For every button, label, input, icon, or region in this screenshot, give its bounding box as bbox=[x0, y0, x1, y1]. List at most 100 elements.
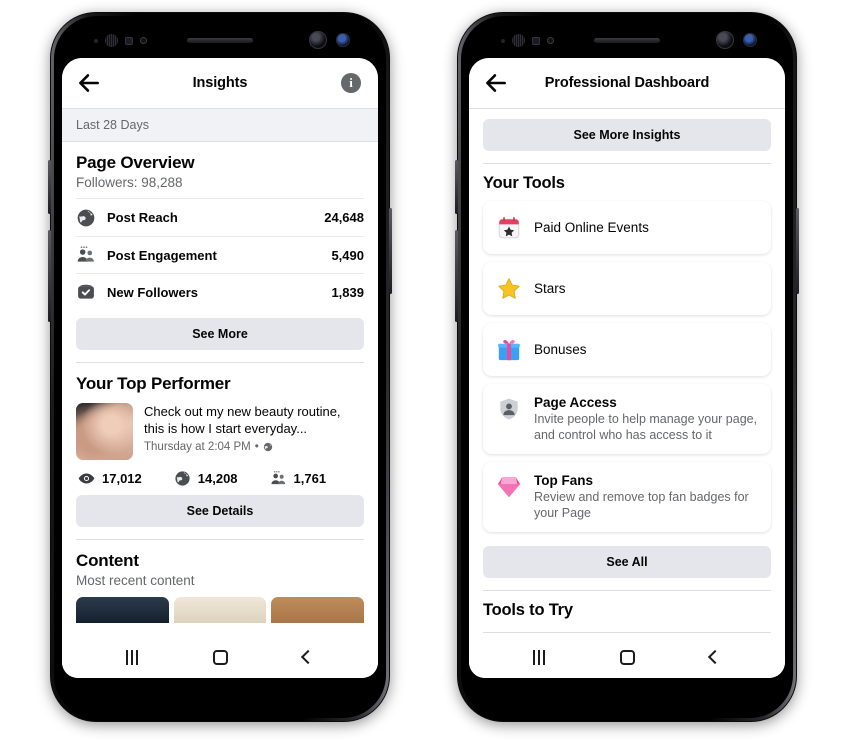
top-performer-heading: Your Top Performer bbox=[76, 374, 231, 393]
globe-icon bbox=[77, 209, 95, 226]
date-range-label[interactable]: Last 28 Days bbox=[62, 109, 378, 141]
post-body: Check out my new beauty routine, this is… bbox=[144, 403, 364, 460]
tool-description: Invite people to help manage your page, … bbox=[534, 412, 758, 442]
tool-title: Paid Online Events bbox=[534, 220, 649, 235]
home-button[interactable] bbox=[607, 640, 647, 674]
screenshot-canvas: Insights i Last 28 Days Page Overview Fo… bbox=[0, 0, 841, 750]
people-icon bbox=[270, 471, 285, 485]
tool-item-paid-online-events[interactable]: Paid Online Events bbox=[483, 201, 771, 254]
see-details-button[interactable]: See Details bbox=[76, 495, 364, 527]
post-meta: Thursday at 2:04 PM • bbox=[144, 437, 364, 453]
tool-text: Paid Online Events bbox=[534, 220, 758, 235]
insights-scroll-area[interactable]: Last 28 Days Page Overview Followers: 98… bbox=[62, 109, 378, 636]
back-chevron-icon bbox=[300, 649, 316, 665]
tool-text: Stars bbox=[534, 281, 758, 296]
section-divider bbox=[483, 632, 771, 633]
back-button[interactable] bbox=[695, 640, 735, 674]
arrow-left-icon[interactable] bbox=[483, 70, 509, 96]
stat-views: 17,012 bbox=[78, 470, 142, 487]
eye-icon bbox=[78, 473, 95, 484]
recents-button[interactable] bbox=[112, 640, 152, 674]
meta-separator: • bbox=[254, 441, 259, 453]
metric-value: 5,490 bbox=[331, 247, 364, 263]
tool-item-page-access[interactable]: Page Access Invite people to help manage… bbox=[483, 384, 771, 454]
stat-engagement: 1,761 bbox=[270, 470, 326, 487]
recents-button[interactable] bbox=[519, 640, 559, 674]
insights-appbar: Insights i bbox=[62, 58, 378, 108]
home-icon bbox=[212, 649, 228, 665]
metrics-list: Post Reach 24,648 Post Engagement 5,490 … bbox=[76, 198, 364, 310]
tools-to-try-wrap: Tools to Try bbox=[469, 591, 785, 620]
appbar-right-slot bbox=[745, 70, 771, 96]
back-chevron-icon bbox=[707, 649, 723, 665]
content-thumbnail[interactable] bbox=[173, 597, 267, 623]
tool-item-top-fans[interactable]: Top Fans Review and remove top fan badge… bbox=[483, 462, 771, 532]
metric-label: Post Reach bbox=[107, 210, 178, 225]
post-thumbnail[interactable] bbox=[76, 403, 133, 460]
tool-description: Review and remove top fan badges for you… bbox=[534, 490, 749, 520]
proximity-sensor-icon bbox=[512, 34, 525, 47]
content-thumbnail-strip[interactable] bbox=[62, 588, 378, 623]
your-tools-heading-wrap: Your Tools bbox=[469, 164, 785, 193]
metric-value: 1,839 bbox=[331, 284, 364, 300]
content-thumbnail[interactable] bbox=[271, 597, 365, 623]
arrow-left-icon[interactable] bbox=[76, 70, 102, 96]
home-icon bbox=[619, 649, 635, 665]
tool-title: Stars bbox=[534, 281, 566, 296]
phone-screen-left: Insights i Last 28 Days Page Overview Fo… bbox=[62, 58, 378, 678]
volume-down-button[interactable] bbox=[455, 230, 458, 322]
check-badge-icon bbox=[78, 284, 94, 299]
info-icon[interactable]: i bbox=[341, 73, 361, 93]
top-performer-post[interactable]: Check out my new beauty routine, this is… bbox=[76, 394, 364, 460]
globe-icon bbox=[175, 471, 190, 486]
your-tools-heading: Your Tools bbox=[483, 174, 565, 192]
metric-label: New Followers bbox=[107, 284, 199, 300]
see-more-button[interactable]: See More bbox=[76, 318, 364, 350]
iris-camera-icon bbox=[336, 33, 350, 47]
android-navbar bbox=[62, 636, 378, 678]
power-button[interactable] bbox=[796, 208, 799, 294]
phone-bezel-top bbox=[457, 26, 797, 52]
proximity-sensor-icon bbox=[105, 34, 118, 47]
sensor-cluster bbox=[501, 34, 554, 47]
volume-down-button[interactable] bbox=[48, 230, 51, 322]
iris-sensor-icon bbox=[532, 36, 540, 45]
see-all-button[interactable]: See All bbox=[483, 546, 771, 578]
recents-icon bbox=[126, 649, 138, 665]
volume-up-button[interactable] bbox=[48, 160, 51, 214]
dashboard-scroll-area[interactable]: See More Insights Your Tools Paid Online… bbox=[469, 109, 785, 636]
volume-up-button[interactable] bbox=[455, 160, 458, 214]
tool-text: Bonuses bbox=[534, 342, 758, 357]
tool-item-stars[interactable]: Stars bbox=[483, 262, 771, 315]
tool-title: Page Access bbox=[534, 395, 617, 410]
see-more-insights-button[interactable]: See More Insights bbox=[483, 119, 771, 151]
dashboard-appbar: Professional Dashboard bbox=[469, 58, 785, 108]
post-timestamp: Thursday at 2:04 PM bbox=[144, 441, 251, 453]
content-subtitle: Most recent content bbox=[76, 573, 195, 588]
tool-item-bonuses[interactable]: Bonuses bbox=[483, 323, 771, 376]
content-heading: Content bbox=[76, 551, 139, 570]
earpiece-speaker bbox=[594, 38, 660, 43]
phone-left-insights: Insights i Last 28 Days Page Overview Fo… bbox=[48, 12, 392, 722]
back-button[interactable] bbox=[288, 640, 328, 674]
android-navbar bbox=[469, 636, 785, 678]
home-button[interactable] bbox=[200, 640, 240, 674]
metric-row-post-reach[interactable]: Post Reach 24,648 bbox=[76, 199, 364, 236]
metric-row-new-followers[interactable]: New Followers 1,839 bbox=[76, 273, 364, 310]
tools-to-try-heading: Tools to Try bbox=[483, 601, 573, 619]
post-text: Check out my new beauty routine, this is… bbox=[144, 404, 341, 436]
led-indicator-icon bbox=[501, 38, 505, 43]
ambient-sensor-icon bbox=[140, 37, 147, 44]
recents-icon bbox=[533, 649, 545, 665]
content-thumbnail[interactable] bbox=[76, 597, 169, 623]
sensor-cluster bbox=[94, 34, 147, 47]
metric-row-post-engagement[interactable]: Post Engagement 5,490 bbox=[76, 236, 364, 273]
ambient-sensor-icon bbox=[547, 37, 554, 44]
post-stats-row: 17,012 14,208 1,761 bbox=[76, 460, 364, 487]
front-camera-icon bbox=[309, 31, 327, 49]
power-button[interactable] bbox=[389, 208, 392, 294]
shield-person-icon bbox=[500, 398, 518, 420]
gem-icon bbox=[497, 477, 521, 498]
page-title: Professional Dashboard bbox=[544, 75, 710, 91]
phone-right-dashboard: Professional Dashboard See More Insights… bbox=[455, 12, 799, 722]
